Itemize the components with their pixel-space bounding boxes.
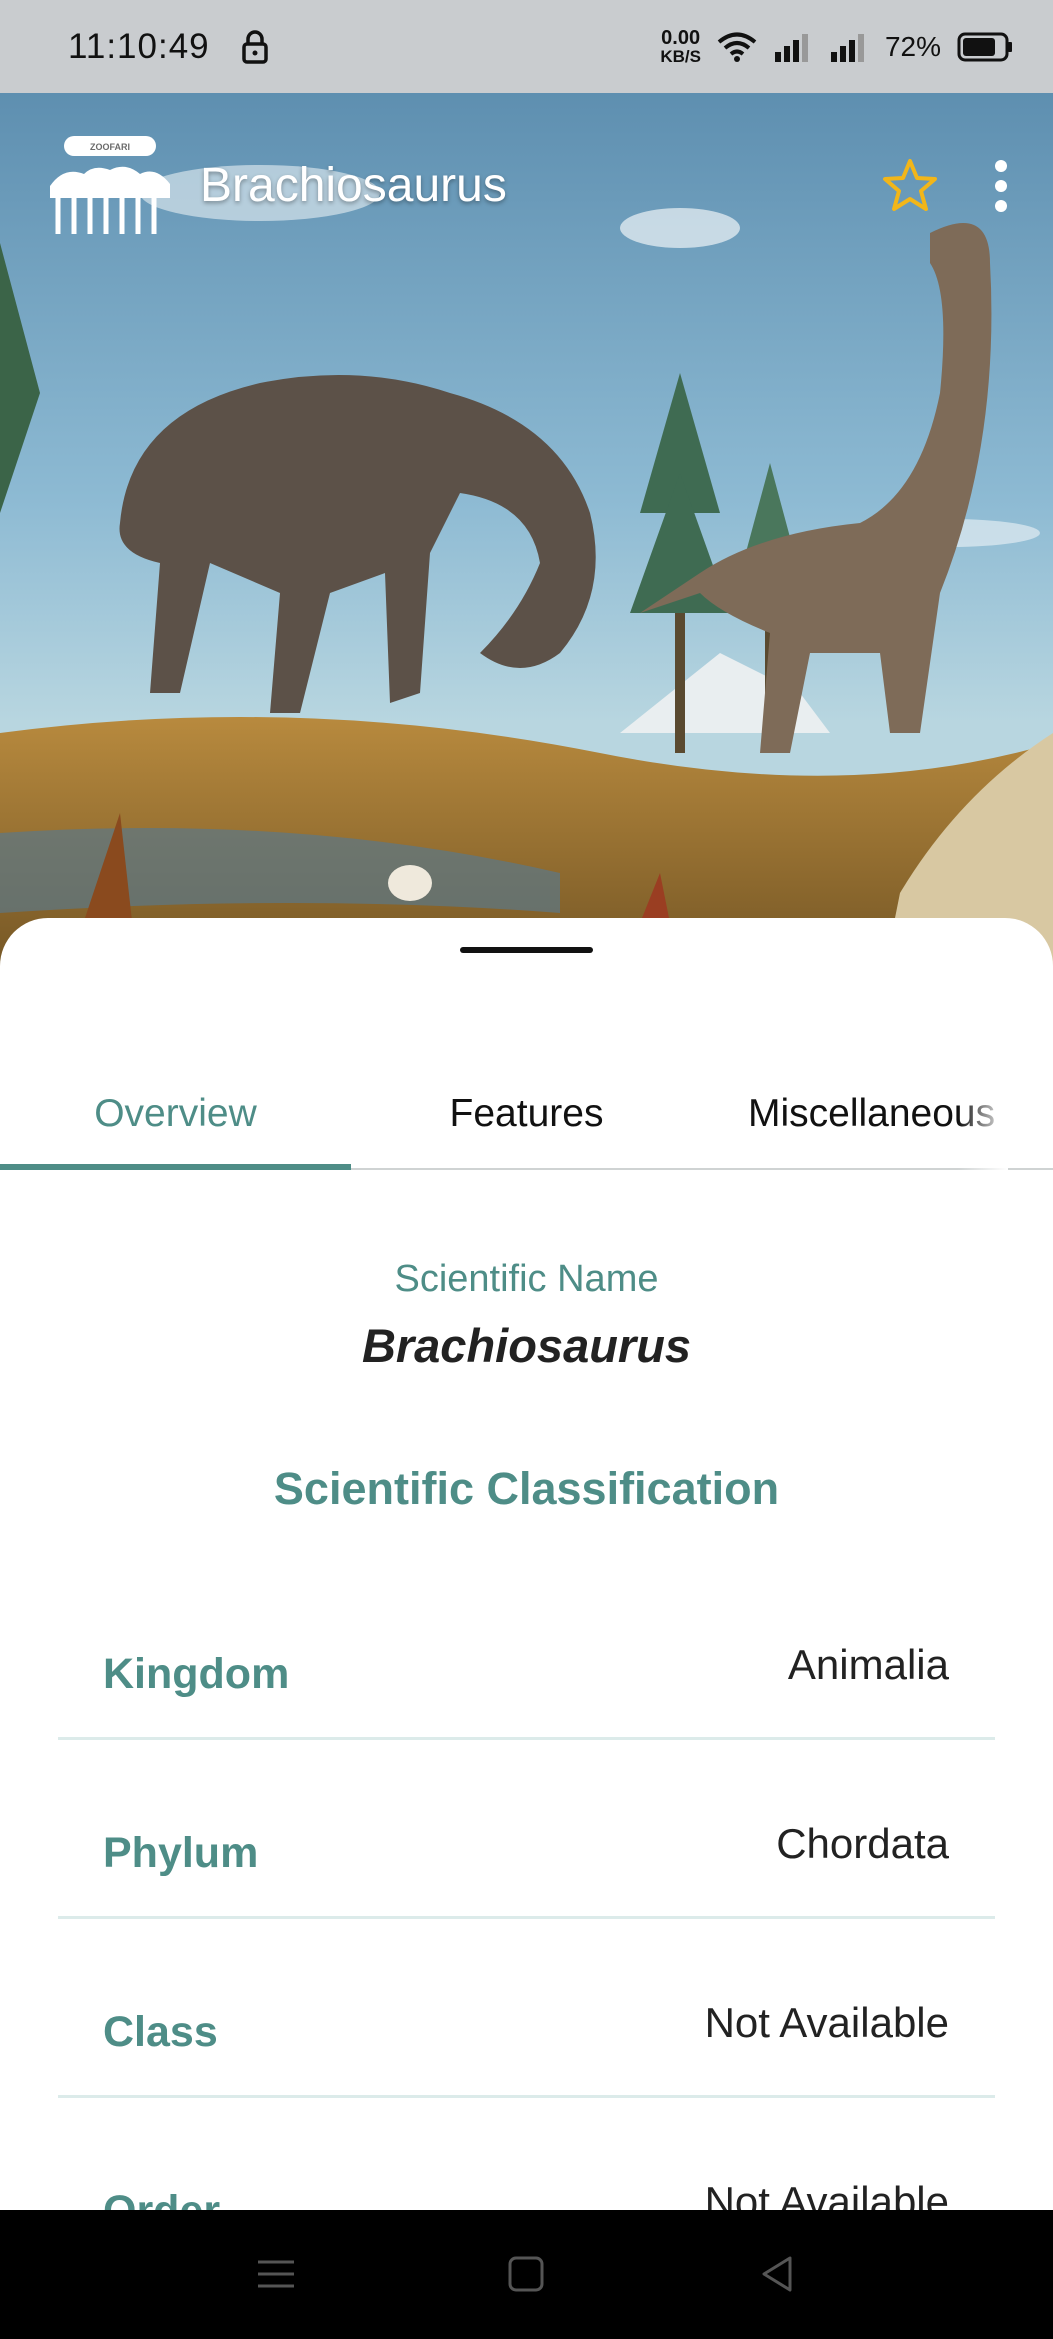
logo-text: ZOOFARI xyxy=(90,142,130,152)
zoofari-logo: ZOOFARI xyxy=(50,135,170,234)
tab-features-label: Features xyxy=(449,1092,604,1135)
net-speed-value: 0.00 xyxy=(661,27,701,49)
battery-percent: 72% xyxy=(884,30,941,62)
tab-bar: Overview Features Miscellaneous xyxy=(0,1058,1053,1170)
signal-icon xyxy=(774,33,808,62)
classification-value: Chordata xyxy=(776,1820,949,1867)
lock-icon xyxy=(241,29,268,64)
classification-key: Kingdom xyxy=(103,1650,290,1698)
home-icon[interactable] xyxy=(500,2248,552,2300)
menu-icon[interactable] xyxy=(250,2248,302,2300)
classification-value: Animalia xyxy=(787,1641,949,1688)
classification-key: Order xyxy=(103,2187,220,2210)
classification-row-phylum: Phylum Chordata xyxy=(58,1741,995,1919)
app-bar: ZOOFARI Brachiosaurus xyxy=(0,93,1053,278)
classification-key: Phylum xyxy=(103,1829,259,1877)
more-vert-icon[interactable] xyxy=(989,156,1013,216)
classification-row-class: Class Not Available xyxy=(58,1920,995,2098)
net-speed-unit: KB/S xyxy=(660,47,701,66)
tab-fade xyxy=(958,1058,1008,1170)
star-icon[interactable] xyxy=(881,157,939,215)
classification-title: Scientific Classification xyxy=(273,1463,780,1514)
classification-row-order: Order Not Available xyxy=(58,2099,995,2210)
tab-overview-label: Overview xyxy=(94,1092,257,1135)
tab-indicator xyxy=(0,1164,351,1170)
back-icon[interactable] xyxy=(752,2248,804,2300)
scientific-name-value: Brachiosaurus xyxy=(361,1319,692,1372)
classification-row-kingdom: Kingdom Animalia xyxy=(58,1562,995,1740)
tab-features[interactable]: Features xyxy=(351,1058,702,1170)
drag-handle[interactable] xyxy=(460,947,593,953)
app-title: Brachiosaurus xyxy=(200,159,507,212)
classification-value: Not Available xyxy=(704,2178,949,2210)
status-bar: 11:10:49 0.00 KB/S 72% xyxy=(0,0,1053,93)
status-icons: 0.00 KB/S 72% xyxy=(660,28,1013,65)
system-nav-bar xyxy=(0,2210,1053,2339)
details-sheet: Overview Features Miscellaneous Scientif… xyxy=(0,918,1053,2210)
signal-icon-2 xyxy=(830,33,864,62)
classification-key: Class xyxy=(103,2008,218,2056)
status-time: 11:10:49 xyxy=(68,26,210,66)
network-speed: 0.00 KB/S xyxy=(660,28,701,65)
wifi-icon xyxy=(717,32,757,62)
battery-icon xyxy=(957,32,1012,61)
classification-value: Not Available xyxy=(704,1999,949,2046)
tab-overview[interactable]: Overview xyxy=(0,1058,351,1170)
scientific-name-label: Scientific Name xyxy=(394,1258,659,1300)
tab-miscellaneous[interactable]: Miscellaneous xyxy=(702,1058,1008,1170)
